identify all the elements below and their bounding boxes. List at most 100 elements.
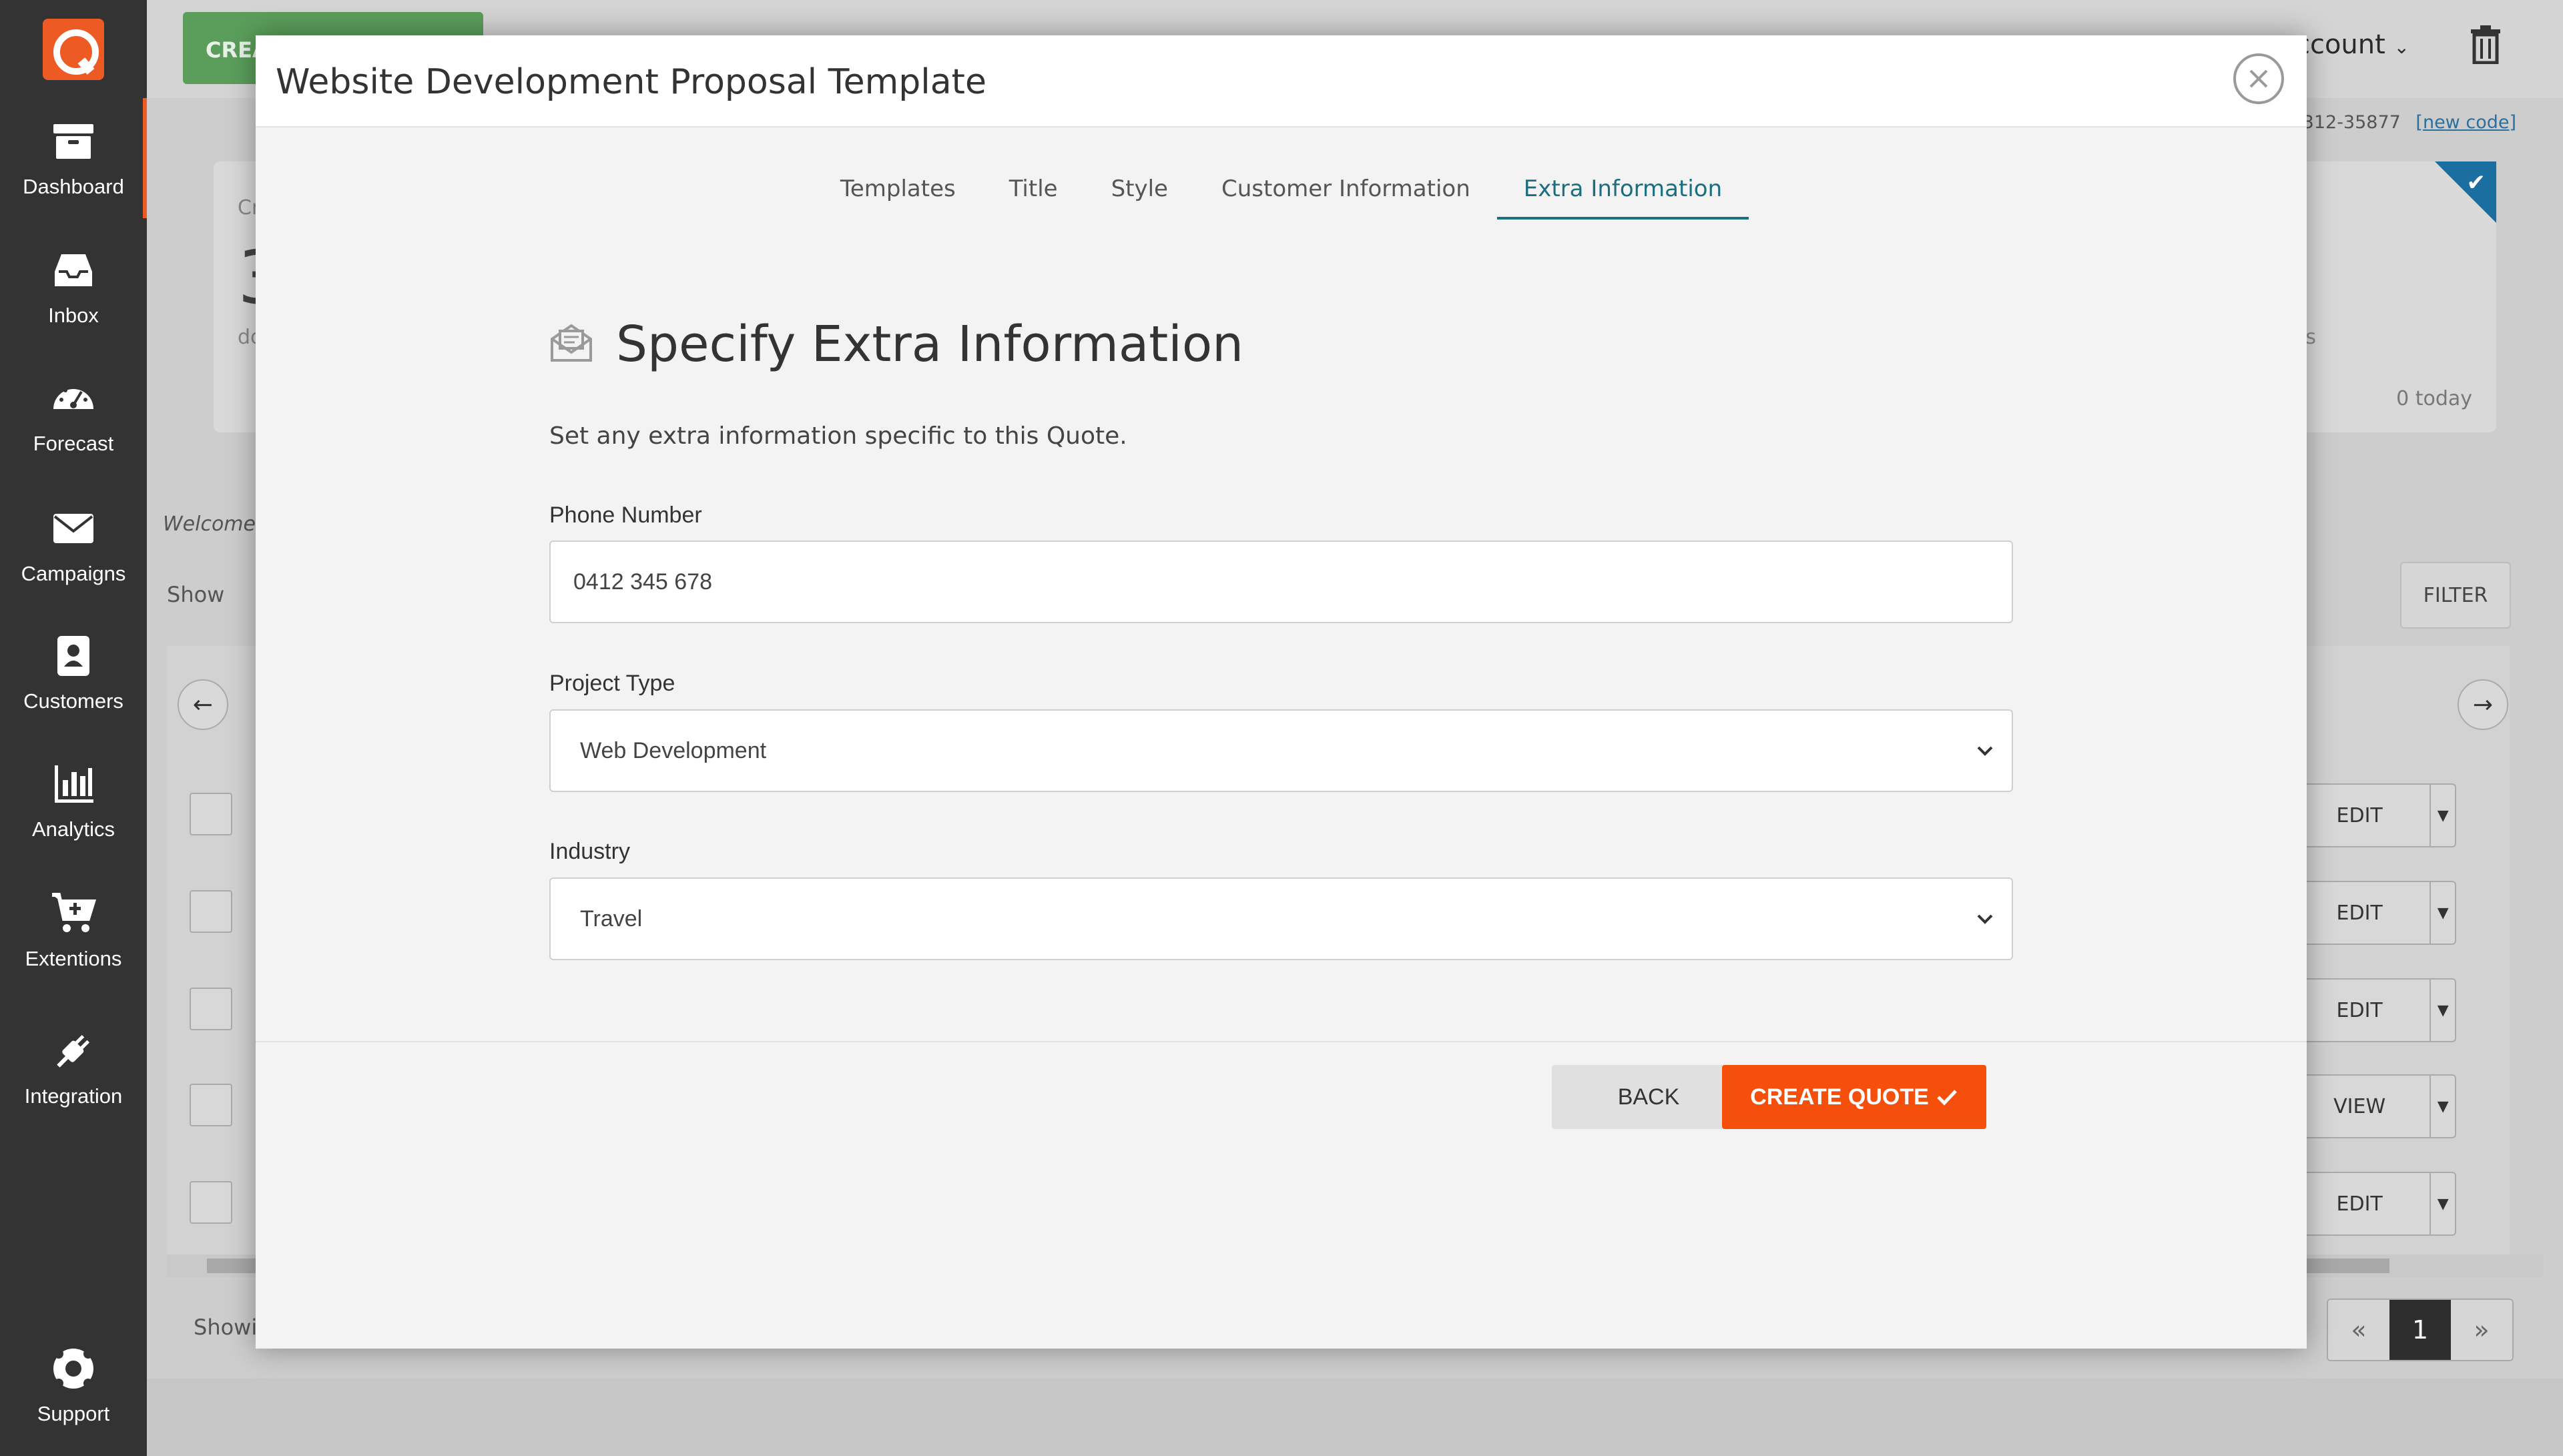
sidebar-item-customers[interactable]: Customers [0, 613, 147, 733]
open-envelope-icon [551, 324, 592, 362]
project-type-select[interactable]: Web Development [549, 709, 2013, 792]
sidebar-item-inbox[interactable]: Inbox [0, 227, 147, 347]
project-type-value[interactable]: Web Development [551, 738, 1958, 764]
sidebar-item-label: Forecast [33, 432, 114, 455]
sidebar-item-label: Campaigns [21, 562, 126, 585]
archive-icon [53, 124, 93, 159]
sidebar-item-extentions[interactable]: Extentions [0, 870, 147, 990]
welcome-text: Welcome [163, 512, 256, 536]
row-checkbox[interactable] [190, 1181, 232, 1224]
app-logo-icon [43, 18, 104, 80]
row-checkbox[interactable] [190, 1084, 232, 1126]
pagination: « 1 » [2327, 1299, 2514, 1361]
phone-number-value[interactable]: 0412 345 678 [551, 569, 2012, 595]
sidebar-item-label: Inbox [48, 304, 99, 327]
sidebar-item-analytics[interactable]: Analytics [0, 741, 147, 861]
today-count: 0 today [2396, 387, 2472, 410]
phone-number-field[interactable]: 0412 345 678 [549, 540, 2013, 623]
gauge-icon [53, 384, 93, 409]
sidebar: Dashboard Inbox Forecast Campaigns Custo… [0, 0, 147, 1456]
section-title: Specify Extra Information [616, 316, 1243, 373]
account-label: ccount [2295, 29, 2385, 60]
lifebuoy-icon [53, 1349, 93, 1389]
row-action-label[interactable]: EDIT [2289, 882, 2432, 944]
back-button[interactable]: BACK [1552, 1065, 1745, 1129]
chevron-down-icon[interactable]: ▼ [2431, 980, 2455, 1041]
tab-style[interactable]: Style [1085, 169, 1195, 220]
new-code-link[interactable]: [new code] [2415, 112, 2516, 133]
row-action-label[interactable]: EDIT [2289, 980, 2432, 1041]
tab-title[interactable]: Title [982, 169, 1085, 220]
contact-card-icon [57, 636, 89, 676]
row-action-button[interactable]: VIEW ▼ [2288, 1074, 2456, 1138]
row-action-button[interactable]: EDIT ▼ [2288, 783, 2456, 847]
show-label: Show [167, 582, 225, 607]
row-action-label[interactable]: EDIT [2289, 785, 2432, 846]
filter-button[interactable]: FILTER [2400, 562, 2511, 629]
wizard-tabs: Templates Title Style Customer Informati… [256, 169, 2307, 220]
section-description: Set any extra information specific to th… [549, 422, 1127, 450]
chevron-down-icon: ⌄ [2393, 36, 2409, 58]
tab-extra-information[interactable]: Extra Information [1496, 169, 1749, 220]
create-quote-modal: Website Development Proposal Template Te… [256, 35, 2307, 1349]
card-ribbon [2435, 161, 2496, 223]
row-checkbox[interactable] [190, 793, 232, 835]
row-action-button[interactable]: EDIT ▼ [2288, 978, 2456, 1042]
row-checkbox[interactable] [190, 988, 232, 1030]
chevron-down-icon[interactable] [1958, 744, 2012, 757]
sidebar-item-label: Dashboard [23, 175, 124, 198]
arrow-left-icon[interactable]: ← [178, 679, 228, 730]
plug-icon [57, 1034, 90, 1068]
chevron-down-icon[interactable]: ▼ [2431, 882, 2455, 944]
create-quote-label: CREATE QUOTE [1750, 1084, 1929, 1110]
row-action-button[interactable]: EDIT ▼ [2288, 1172, 2456, 1236]
modal-divider [256, 1041, 2307, 1042]
sidebar-item-label: Customers [23, 689, 123, 713]
row-action-label[interactable]: VIEW [2289, 1076, 2432, 1137]
tab-customer-information[interactable]: Customer Information [1195, 169, 1497, 220]
chevron-down-icon[interactable] [1958, 912, 2012, 926]
row-action-button[interactable]: EDIT ▼ [2288, 881, 2456, 945]
pagination-prev[interactable]: « [2328, 1300, 2389, 1360]
arrow-right-icon[interactable]: → [2458, 679, 2508, 730]
chevron-down-icon[interactable]: ▼ [2431, 785, 2455, 846]
pagination-next[interactable]: » [2451, 1300, 2512, 1360]
logo-container[interactable] [0, 0, 147, 98]
quote-code: 04312-35877 [new code] [2279, 112, 2516, 133]
industry-select[interactable]: Travel [549, 877, 2013, 960]
sidebar-item-label: Integration [24, 1084, 123, 1108]
cart-icon [52, 893, 97, 932]
close-button[interactable] [2233, 53, 2284, 104]
account-menu[interactable]: ccount ⌄ [2295, 29, 2409, 60]
sidebar-item-support[interactable]: Support [0, 1325, 147, 1445]
trash-icon[interactable] [2468, 24, 2503, 64]
create-quote-button[interactable]: CREATE QUOTE [1722, 1065, 1986, 1129]
industry-label: Industry [549, 839, 630, 864]
bar-chart-icon [55, 765, 93, 803]
sidebar-item-label: Extentions [25, 947, 122, 970]
row-action-label[interactable]: EDIT [2289, 1173, 2432, 1234]
sidebar-item-label: Analytics [31, 817, 115, 841]
sidebar-item-campaigns[interactable]: Campaigns [0, 485, 147, 605]
modal-header: Website Development Proposal Template [256, 35, 2307, 127]
chevron-down-icon[interactable]: ▼ [2431, 1076, 2455, 1137]
chevron-down-icon[interactable]: ▼ [2431, 1173, 2455, 1234]
pagination-page[interactable]: 1 [2389, 1300, 2451, 1360]
row-checkbox[interactable] [190, 890, 232, 933]
phone-number-label: Phone Number [549, 502, 702, 528]
envelope-icon [53, 514, 93, 543]
showing-text: Showi [194, 1315, 258, 1340]
sidebar-item-integration[interactable]: Integration [0, 1008, 147, 1128]
sidebar-item-dashboard[interactable]: Dashboard [0, 98, 147, 218]
close-icon [2249, 69, 2268, 88]
sidebar-item-label: Support [37, 1402, 110, 1425]
tab-templates[interactable]: Templates [814, 169, 982, 220]
project-type-label: Project Type [549, 671, 675, 696]
sidebar-item-forecast[interactable]: Forecast [0, 355, 147, 475]
modal-title: Website Development Proposal Template [276, 62, 986, 102]
checkmark-icon [1937, 1090, 1957, 1106]
footer-strip [147, 1379, 2563, 1456]
checkmark-icon: ✔ [2466, 169, 2486, 196]
inbox-icon [55, 254, 92, 286]
industry-value[interactable]: Travel [551, 906, 1958, 932]
